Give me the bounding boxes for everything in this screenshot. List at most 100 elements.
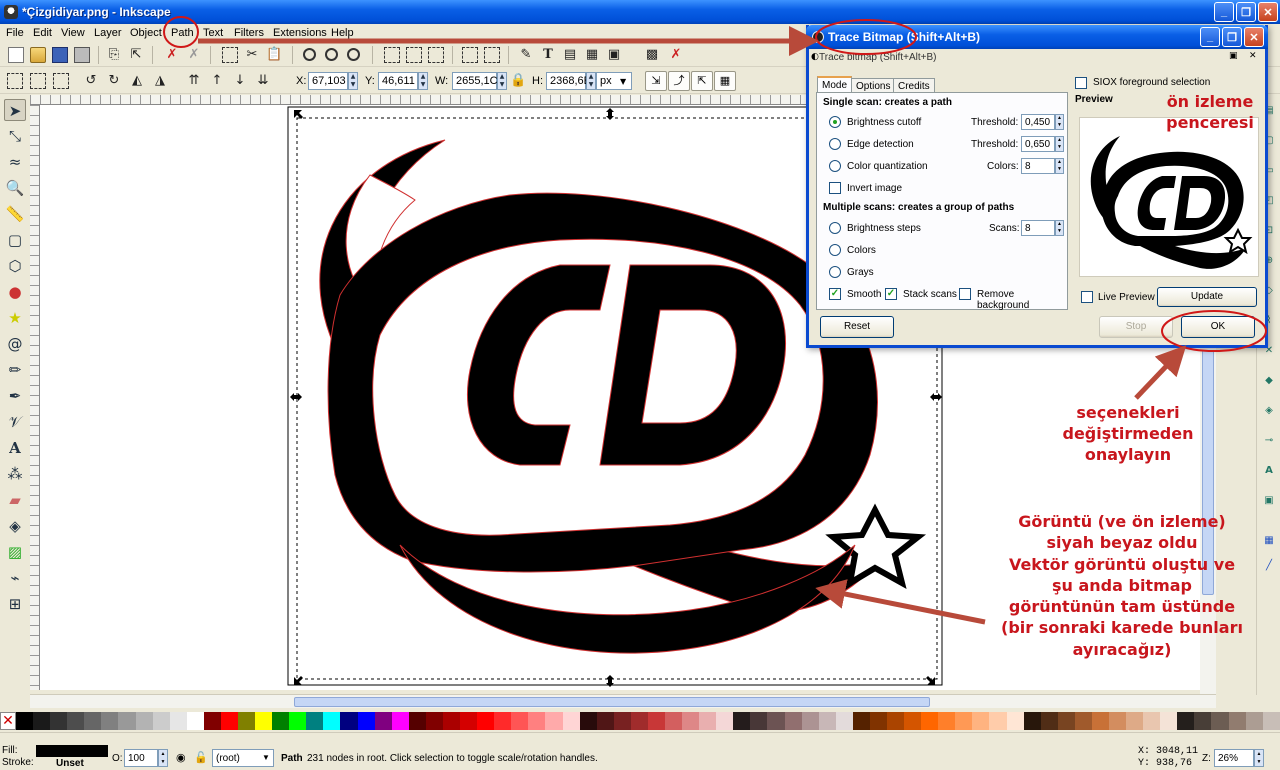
y-spin[interactable]: ▲ ▼ — [418, 72, 428, 90]
color-swatch[interactable] — [733, 712, 751, 730]
edge-threshold-spin[interactable]: ▲ ▼ — [1055, 136, 1064, 152]
edge-detection-label[interactable]: Edge detection — [847, 139, 914, 150]
cut-icon[interactable]: ✂ — [244, 47, 260, 63]
color-swatch[interactable] — [1006, 712, 1024, 730]
siox-label[interactable]: SIOX foreground selection — [1093, 77, 1210, 88]
color-swatch[interactable] — [886, 712, 905, 730]
connector-tool-icon[interactable]: ⊞ — [4, 593, 26, 615]
h-spin[interactable]: ▲ ▼ — [586, 72, 596, 90]
invert-image-checkbox[interactable] — [829, 182, 841, 194]
color-swatch[interactable] — [511, 712, 529, 730]
dock-icon[interactable]: ▣ — [1229, 51, 1238, 61]
xml-editor-icon[interactable]: ▤ — [562, 47, 578, 63]
live-preview-checkbox[interactable] — [1081, 291, 1093, 303]
color-swatch[interactable] — [767, 712, 785, 730]
color-swatch[interactable] — [784, 712, 802, 730]
brightness-cutoff-label[interactable]: Brightness cutoff — [847, 117, 921, 128]
color-swatch[interactable] — [33, 712, 51, 730]
color-swatch[interactable] — [357, 712, 375, 730]
rotate-ccw-icon[interactable]: ↺ — [83, 73, 99, 89]
preferences-icon[interactable]: ▣ — [606, 47, 622, 63]
rectangle-tool-icon[interactable]: ▢ — [4, 229, 26, 251]
rotate-cw-icon[interactable]: ↻ — [106, 73, 122, 89]
calligraphy-tool-icon[interactable]: 𝒱 — [4, 411, 26, 433]
dialog-close-button[interactable]: ✕ — [1244, 27, 1264, 47]
color-swatch[interactable] — [1262, 712, 1280, 730]
star-tool-icon[interactable]: ★ — [4, 307, 26, 329]
open-folder-icon[interactable] — [30, 47, 46, 63]
brightness-cutoff-radio[interactable] — [829, 116, 841, 128]
selector-tool-icon[interactable]: ➤ — [4, 99, 26, 121]
brightness-steps-radio[interactable] — [829, 222, 841, 234]
color-swatch[interactable] — [596, 712, 614, 730]
color-swatch[interactable] — [494, 712, 512, 730]
zoom-drawing-icon[interactable] — [325, 48, 338, 61]
eraser-tool-icon[interactable]: ▰ — [4, 489, 26, 511]
zoom-input[interactable]: 26% — [1214, 749, 1254, 767]
reset-button[interactable]: Reset — [820, 316, 894, 338]
color-swatch[interactable] — [818, 712, 836, 730]
menu-object[interactable]: Object — [130, 27, 162, 39]
document-properties-icon[interactable]: ▩ — [644, 47, 660, 63]
redo-icon[interactable]: ✗ — [186, 47, 202, 63]
threshold-spin[interactable]: ▲ ▼ — [1055, 114, 1064, 130]
color-swatch[interactable] — [955, 712, 973, 730]
color-swatch[interactable] — [630, 712, 648, 730]
snap-smooth-icon[interactable]: ◈ — [1261, 405, 1277, 419]
tweak-tool-icon[interactable]: ≈ — [4, 151, 26, 173]
copy-icon[interactable] — [222, 47, 238, 63]
color-swatch[interactable] — [50, 712, 68, 730]
grays-radio[interactable] — [829, 266, 841, 278]
color-swatch[interactable] — [699, 712, 717, 730]
color-swatch[interactable] — [323, 712, 341, 730]
color-swatch[interactable] — [664, 712, 683, 730]
eye-icon[interactable]: ◉ — [176, 751, 186, 764]
color-swatch[interactable] — [1074, 712, 1092, 730]
dialog-titlebar[interactable]: Trace Bitmap (Shift+Alt+B) _ ❐ ✕ — [806, 25, 1268, 49]
color-swatch[interactable] — [1194, 712, 1212, 730]
menu-file[interactable]: File — [6, 27, 24, 39]
select-all-icon[interactable] — [7, 73, 23, 89]
menu-extensions[interactable]: Extensions — [273, 27, 327, 39]
horizontal-scrollbar[interactable] — [30, 694, 1216, 708]
color-swatch[interactable] — [647, 712, 665, 730]
colors-radio[interactable] — [829, 244, 841, 256]
color-swatch[interactable] — [203, 712, 221, 730]
close-button[interactable]: ✕ — [1258, 2, 1278, 22]
color-swatch[interactable] — [169, 712, 187, 730]
color-swatch[interactable] — [289, 712, 307, 730]
horizontal-scroll-thumb[interactable] — [294, 697, 930, 707]
snap-text-icon[interactable]: A — [1261, 465, 1277, 479]
undo-icon[interactable]: ✗ — [164, 47, 180, 63]
edge-threshold-input[interactable]: 0,650 — [1021, 136, 1055, 152]
clone-icon[interactable] — [406, 47, 422, 63]
lower-icon[interactable]: ↓ — [232, 73, 248, 89]
h-input[interactable]: 2368,6E — [546, 72, 591, 90]
color-swatch[interactable] — [1160, 712, 1178, 730]
remove-background-checkbox[interactable] — [959, 288, 971, 300]
invert-image-label[interactable]: Invert image — [847, 183, 902, 194]
color-swatch[interactable] — [801, 712, 819, 730]
color-swatch[interactable] — [1228, 712, 1246, 730]
zoom-spin[interactable]: ▲ ▼ — [1254, 749, 1264, 767]
opacity-spin[interactable]: ▲ ▼ — [158, 749, 168, 767]
deselect-icon[interactable] — [53, 73, 69, 89]
dialog-tab-close-icon[interactable]: ✕ — [1249, 51, 1257, 61]
color-swatch[interactable] — [340, 712, 358, 730]
no-paint-swatch[interactable]: ✕ — [0, 712, 16, 730]
color-swatch[interactable] — [306, 712, 324, 730]
y-input[interactable]: 46,611 — [378, 72, 418, 90]
chevron-down-icon[interactable]: ▼ — [620, 77, 626, 86]
stop-button[interactable]: Stop — [1099, 316, 1173, 338]
gradient-tool-icon[interactable]: ▨ — [4, 541, 26, 563]
scans-input[interactable]: 8 — [1021, 220, 1055, 236]
zoom-page-icon[interactable] — [347, 48, 360, 61]
color-swatch[interactable] — [1040, 712, 1058, 730]
color-swatch[interactable] — [118, 712, 136, 730]
colors-input[interactable]: 8 — [1021, 158, 1055, 174]
stroke-indicator[interactable]: Unset — [56, 758, 84, 769]
color-quantization-radio[interactable] — [829, 160, 841, 172]
color-swatch[interactable] — [1245, 712, 1263, 730]
menu-edit[interactable]: Edit — [33, 27, 52, 39]
menu-filters[interactable]: Filters — [234, 27, 264, 39]
